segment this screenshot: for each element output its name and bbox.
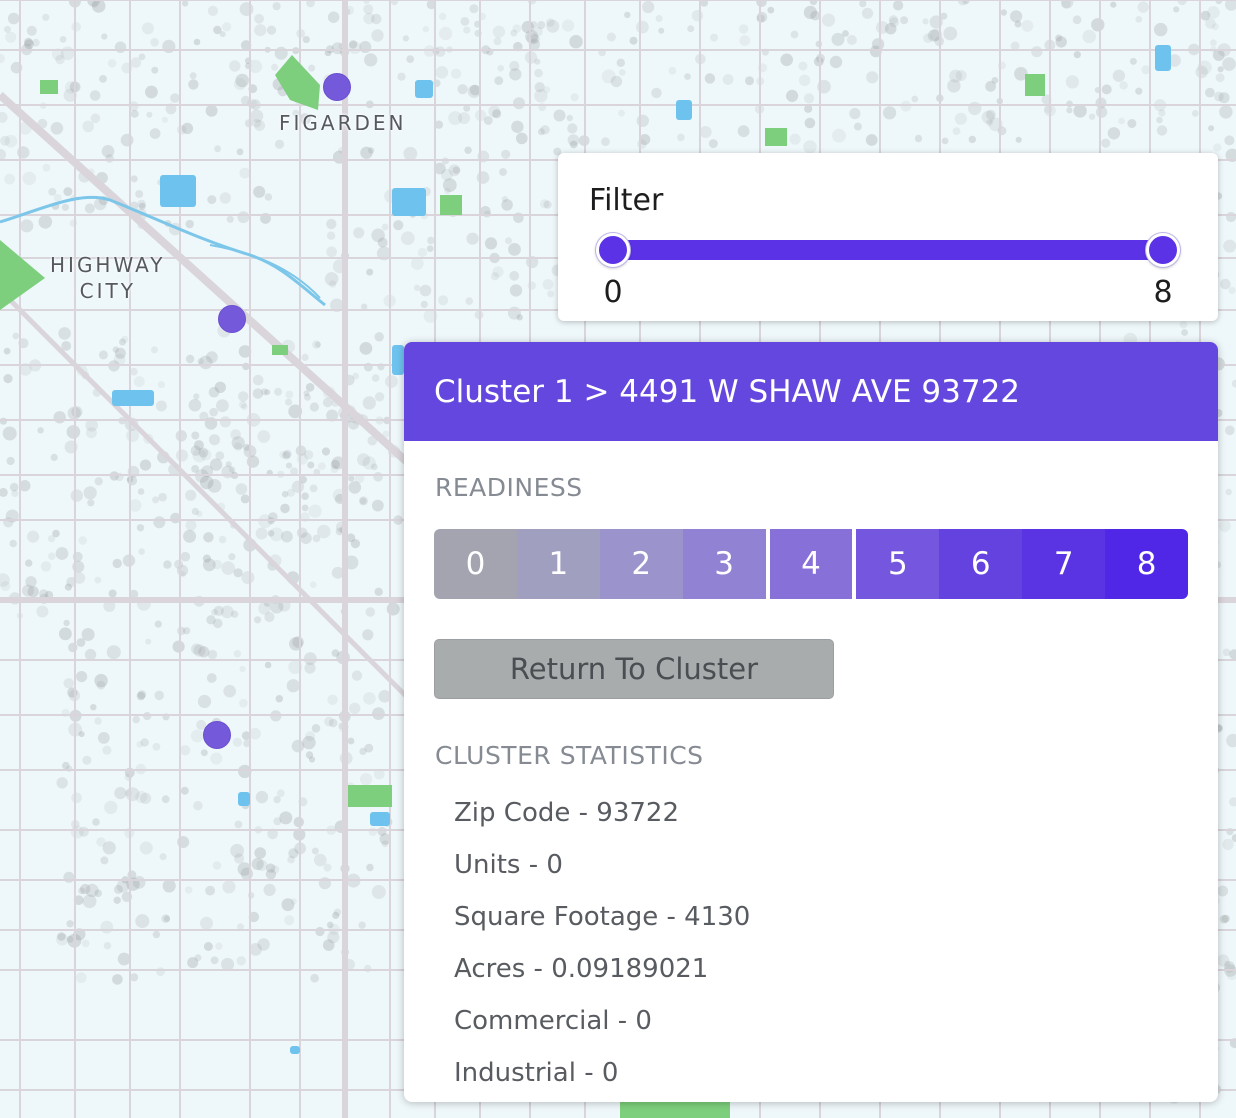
filter-range-track[interactable] bbox=[613, 240, 1163, 260]
readiness-level-8[interactable]: 8 bbox=[1105, 529, 1188, 599]
readiness-level-0[interactable]: 0 bbox=[434, 529, 517, 599]
cluster-info-panel: Cluster 1 > 4491 W SHAW AVE 93722 READIN… bbox=[404, 342, 1218, 1102]
return-to-cluster-label: Return To Cluster bbox=[509, 652, 759, 686]
filter-title: Filter bbox=[589, 183, 664, 218]
readiness-level-6[interactable]: 6 bbox=[939, 529, 1023, 599]
stat-square-footage: Square Footage - 4130 bbox=[454, 902, 751, 932]
cluster-statistics-title: CLUSTER STATISTICS bbox=[435, 741, 704, 770]
stat-acres: Acres - 0.09189021 bbox=[454, 954, 709, 984]
readiness-selector: 012345678 bbox=[434, 529, 1188, 599]
readiness-level-5[interactable]: 5 bbox=[856, 529, 940, 599]
filter-max-handle[interactable] bbox=[1146, 233, 1180, 267]
cluster-marker[interactable] bbox=[323, 73, 351, 101]
stat-industrial: Industrial - 0 bbox=[454, 1058, 619, 1088]
stat-units: Units - 0 bbox=[454, 850, 563, 880]
return-to-cluster-button[interactable]: Return To Cluster bbox=[434, 639, 834, 699]
filter-card: Filter 0 8 bbox=[558, 153, 1218, 321]
readiness-level-3[interactable]: 3 bbox=[682, 529, 766, 599]
filter-max-value: 8 bbox=[1153, 275, 1173, 310]
readiness-level-1[interactable]: 1 bbox=[516, 529, 600, 599]
readiness-level-2[interactable]: 2 bbox=[599, 529, 683, 599]
readiness-level-7[interactable]: 7 bbox=[1022, 529, 1106, 599]
filter-min-handle[interactable] bbox=[596, 233, 630, 267]
readiness-title: READINESS bbox=[435, 473, 583, 502]
stat-zip-code: Zip Code - 93722 bbox=[454, 798, 679, 828]
cluster-marker[interactable] bbox=[203, 721, 231, 749]
cluster-marker[interactable] bbox=[218, 305, 246, 333]
filter-min-value: 0 bbox=[603, 275, 623, 310]
readiness-level-4[interactable]: 4 bbox=[765, 529, 857, 599]
panel-title: Cluster 1 > 4491 W SHAW AVE 93722 bbox=[434, 373, 1021, 410]
panel-header: Cluster 1 > 4491 W SHAW AVE 93722 bbox=[404, 342, 1218, 441]
stat-commercial: Commercial - 0 bbox=[454, 1006, 652, 1036]
place-label-figarden: FIGARDEN bbox=[279, 111, 407, 135]
place-label-highway-city: HIGHWAY CITY bbox=[50, 253, 166, 303]
